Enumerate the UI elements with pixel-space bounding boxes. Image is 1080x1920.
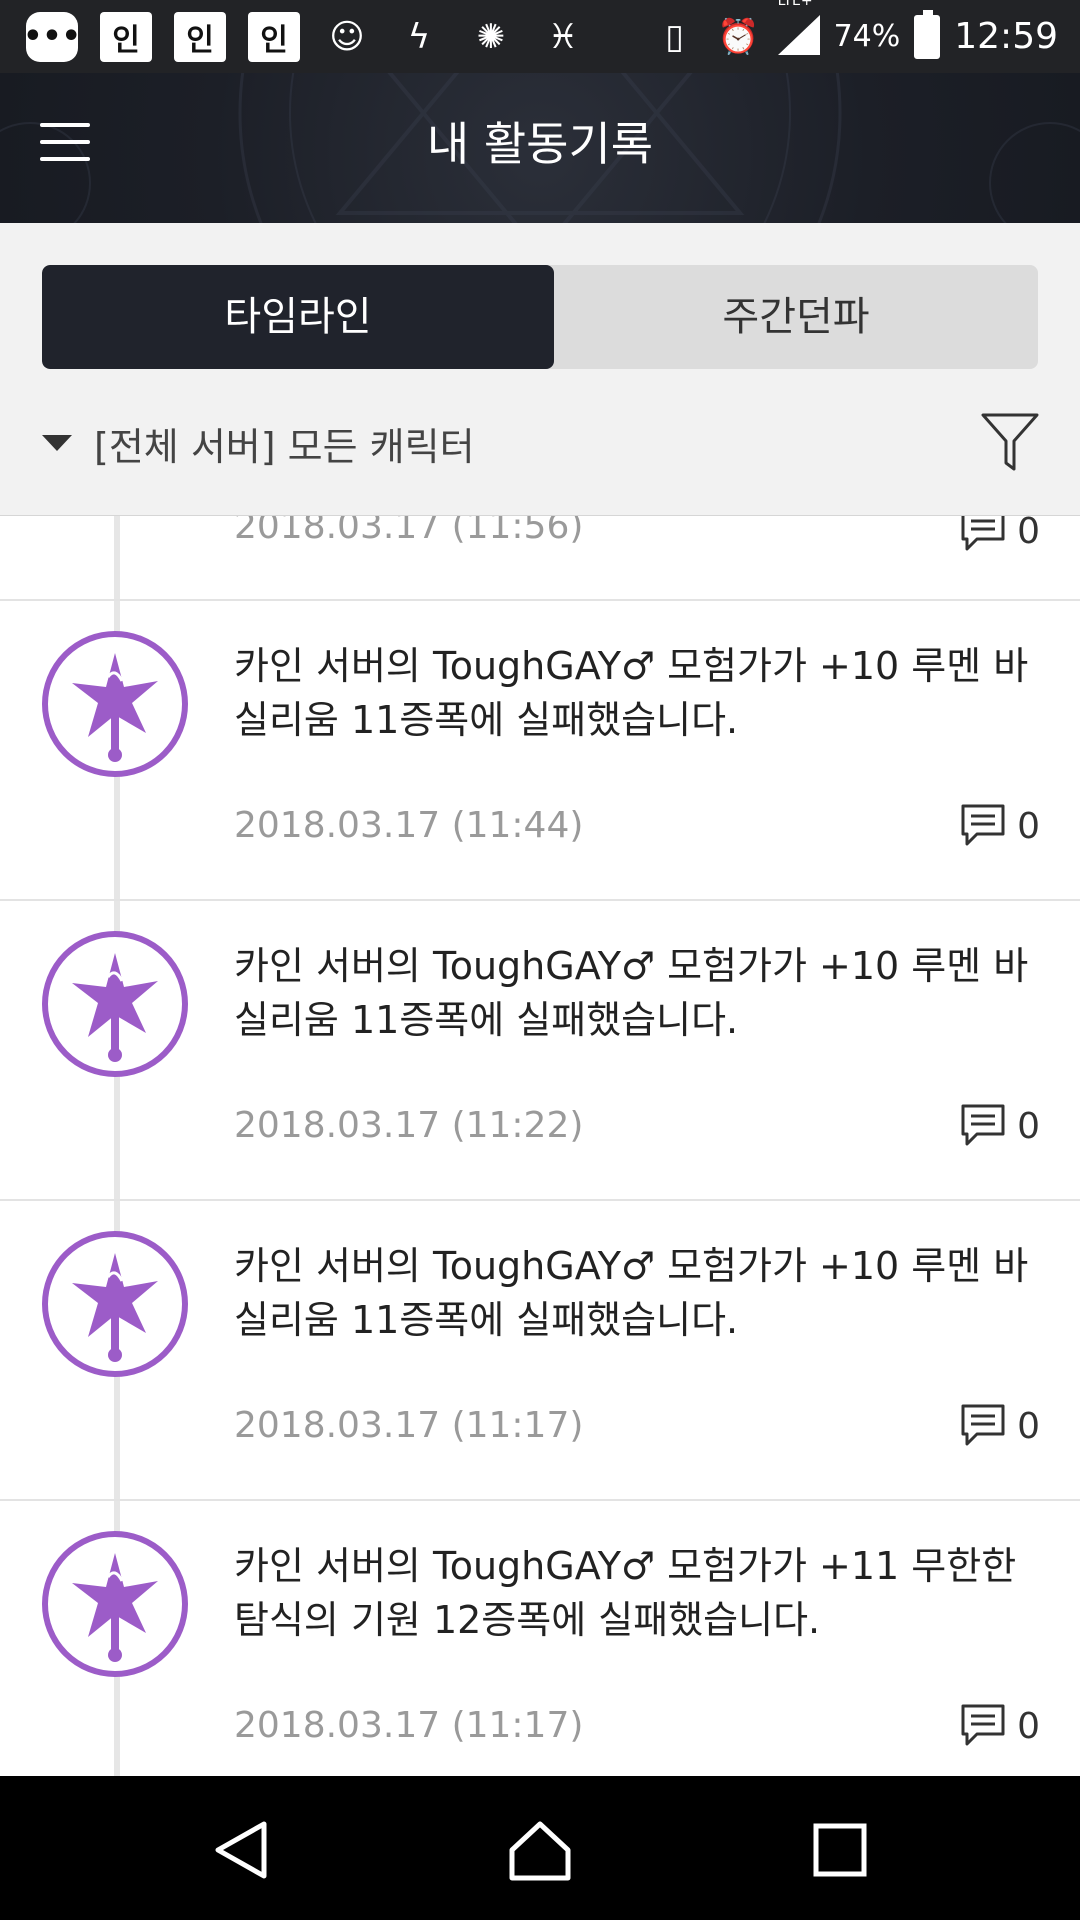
item-message: 카인 서버의 ToughGAY♂ 모험가가 +11 무한한 탐식의 기원 12증… xyxy=(234,1544,1017,1642)
character-class-icon xyxy=(72,1253,158,1362)
list-item[interactable]: 카인 서버의 ToughGAY♂ 모험가가 +10 루멘 바실리움 11증폭에 … xyxy=(0,1201,1080,1501)
comment-icon xyxy=(961,804,1005,846)
item-message: 카인 서버의 ToughGAY♂ 모험가가 +10 루멘 바실리움 11증폭에 … xyxy=(234,1244,1029,1342)
comment-icon xyxy=(961,1404,1005,1446)
talk-icon: ☺ xyxy=(329,16,365,57)
character-class-icon xyxy=(72,653,158,762)
avatar xyxy=(42,1231,188,1377)
in-app-icon: 인 xyxy=(248,11,300,62)
comment-button[interactable]: 0 xyxy=(959,801,1040,851)
item-date: 2018.03.17 (11:56) xyxy=(234,516,584,547)
item-date: 2018.03.17 (11:17) xyxy=(234,1405,584,1446)
system-nav-bar xyxy=(0,1776,1080,1920)
comment-count: 0 xyxy=(1017,1705,1040,1747)
battery-percent: 74% xyxy=(833,19,901,54)
comment-count: 0 xyxy=(1017,1405,1040,1447)
comment-count: 0 xyxy=(1017,805,1040,847)
server-selector[interactable]: [전체 서버] 모든 캐릭터 xyxy=(42,403,475,483)
timeline-feed[interactable]: 2018.03.17 (11:56) 0 카인 서버의 ToughGAY♂ 모험… xyxy=(0,516,1080,1776)
tab-bar: 타임라인 주간던파 xyxy=(42,265,1038,369)
app-header: 내 활동기록 xyxy=(0,73,1080,223)
list-item[interactable]: 2018.03.17 (11:56) 0 xyxy=(0,516,1080,601)
vibrate-icon: ▯ xyxy=(665,16,684,57)
tab-timeline[interactable]: 타임라인 xyxy=(42,265,554,369)
filter-icon[interactable] xyxy=(980,411,1040,473)
caret-down-icon xyxy=(42,435,72,451)
notification-icons: ••• 인 인 인 ☺ ϟ ✺ ♓ xyxy=(23,8,588,65)
comment-icon xyxy=(961,516,1005,551)
battery-icon xyxy=(914,9,941,59)
avatar xyxy=(42,1531,188,1677)
recents-icon[interactable] xyxy=(808,1818,872,1882)
comment-count: 0 xyxy=(1017,1105,1040,1147)
list-item[interactable]: 카인 서버의 ToughGAY♂ 모험가가 +11 무한한 탐식의 기원 12증… xyxy=(0,1501,1080,1776)
alarm-icon: ⏰ xyxy=(717,16,760,57)
pisces-icon: ♓ xyxy=(547,16,579,57)
avatar xyxy=(42,631,188,777)
bird-icon: ✺ xyxy=(476,16,506,57)
signal-icon: LTE+ xyxy=(777,0,820,58)
in-app-icon: 인 xyxy=(174,11,226,62)
character-class-icon xyxy=(72,953,158,1062)
item-date: 2018.03.17 (11:17) xyxy=(234,1705,584,1746)
tab-weekly[interactable]: 주간던파 xyxy=(554,265,1038,369)
chat-icon: ••• xyxy=(23,11,81,62)
filter-panel: 타임라인 주간던파 [전체 서버] 모든 캐릭터 xyxy=(0,223,1080,516)
comment-icon xyxy=(961,1104,1005,1146)
comment-button[interactable]: 0 xyxy=(959,1401,1040,1451)
in-app-icon: 인 xyxy=(100,11,152,62)
item-date: 2018.03.17 (11:44) xyxy=(234,805,584,846)
item-message: 카인 서버의 ToughGAY♂ 모험가가 +10 루멘 바실리움 11증폭에 … xyxy=(234,644,1029,742)
item-message: 카인 서버의 ToughGAY♂ 모험가가 +10 루멘 바실리움 11증폭에 … xyxy=(234,944,1029,1042)
comment-icon xyxy=(961,1704,1005,1746)
home-icon[interactable] xyxy=(508,1818,572,1882)
list-item[interactable]: 카인 서버의 ToughGAY♂ 모험가가 +10 루멘 바실리움 11증폭에 … xyxy=(0,901,1080,1201)
avatar xyxy=(42,931,188,1077)
page-title: 내 활동기록 xyxy=(426,117,654,171)
item-date: 2018.03.17 (11:22) xyxy=(234,1105,584,1146)
comment-count: 0 xyxy=(1017,516,1040,552)
comment-button[interactable]: 0 xyxy=(959,516,1040,556)
comment-button[interactable]: 0 xyxy=(959,1701,1040,1751)
character-class-icon xyxy=(72,1553,158,1662)
list-item[interactable]: 카인 서버의 ToughGAY♂ 모험가가 +10 루멘 바실리움 11증폭에 … xyxy=(0,601,1080,901)
back-icon[interactable] xyxy=(210,1818,274,1882)
comment-button[interactable]: 0 xyxy=(959,1101,1040,1151)
status-bar: ••• 인 인 인 ☺ ϟ ✺ ♓ ▯ ⏰ LTE+ 74% 12:59 xyxy=(0,0,1080,73)
clock: 12:59 xyxy=(954,16,1058,57)
v-icon: ϟ xyxy=(407,16,431,57)
server-selector-label: [전체 서버] 모든 캐릭터 xyxy=(94,424,475,469)
